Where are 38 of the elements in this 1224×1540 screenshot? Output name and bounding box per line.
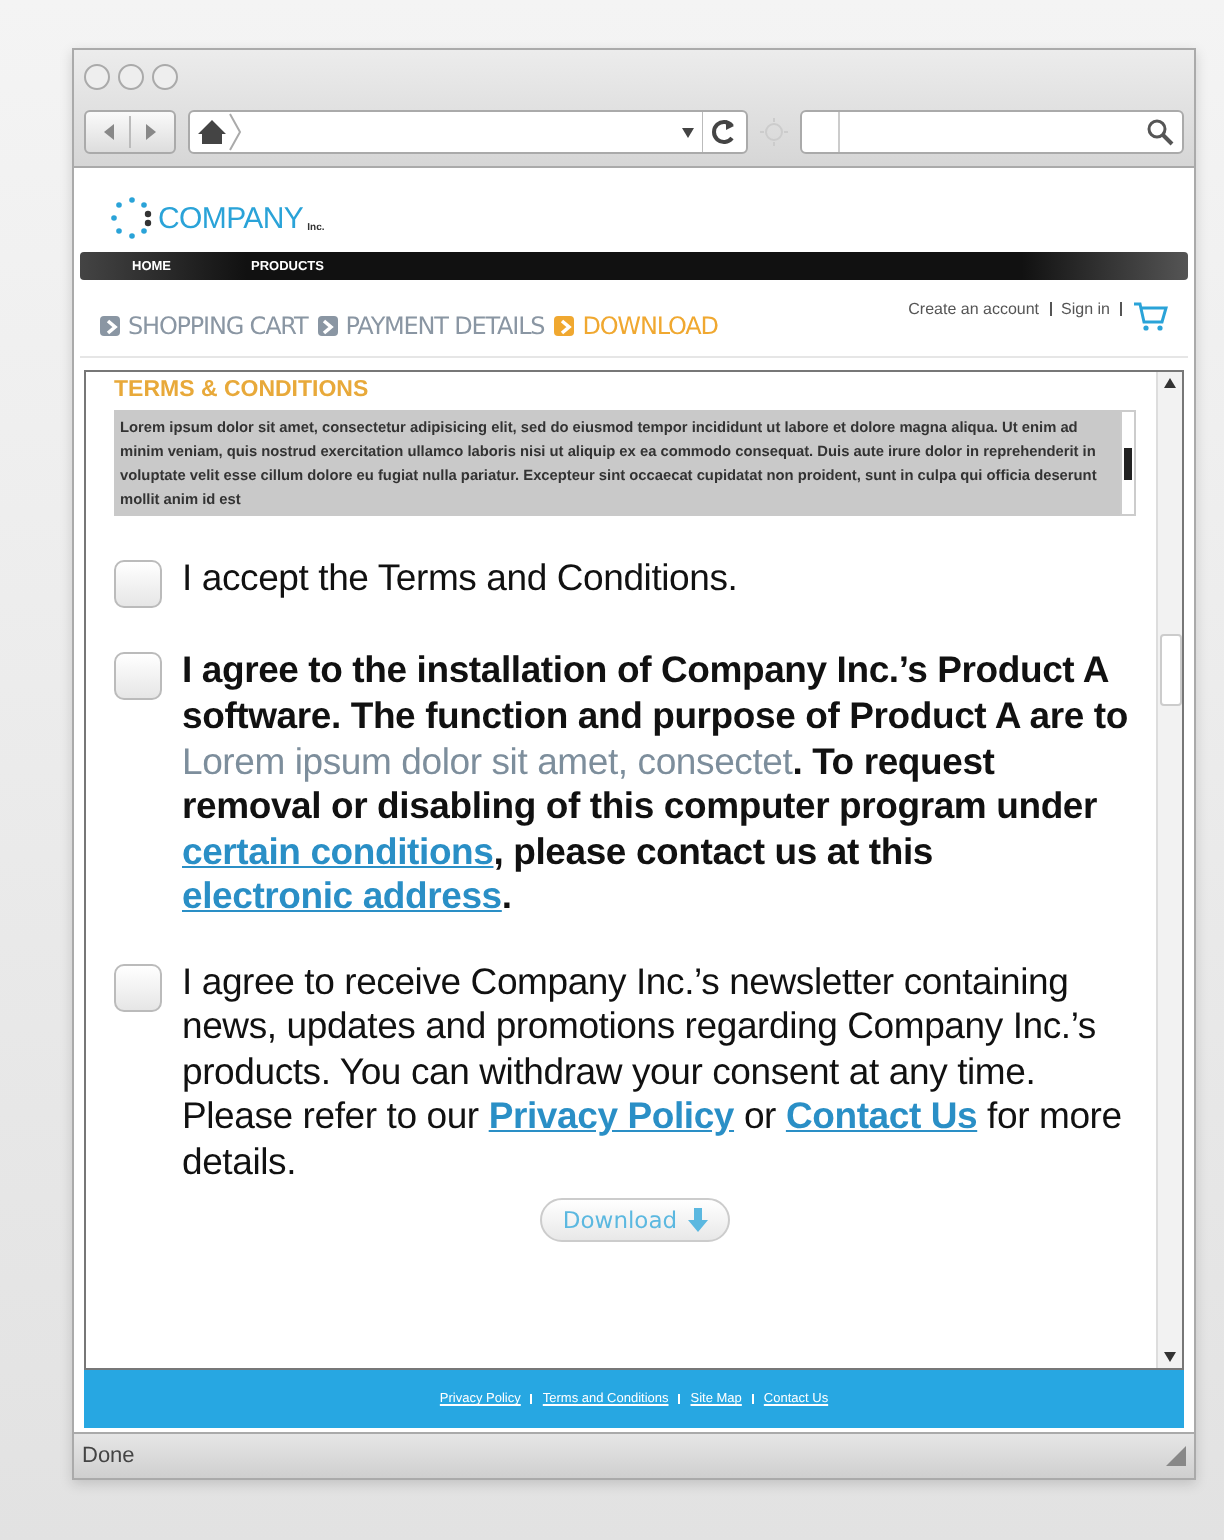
dropdown-icon[interactable] [680, 124, 696, 140]
arrow-down-icon [687, 1207, 708, 1232]
cart-icon[interactable] [1132, 300, 1168, 332]
download-button[interactable]: Download [540, 1197, 730, 1242]
agreement-text: I accept the Terms and Conditions. [182, 556, 738, 603]
checkbox[interactable] [114, 963, 162, 1012]
blurred-text: Lorem ipsum dolor sit amet, consectet [182, 739, 793, 781]
link[interactable]: Contact Us [785, 1094, 978, 1137]
scroll-up-icon[interactable] [1164, 378, 1176, 388]
logo-text: COMPANY [158, 201, 304, 235]
minimize-icon[interactable] [118, 64, 144, 90]
link[interactable]: certain conditions [182, 829, 494, 872]
scrollbar[interactable] [1120, 410, 1136, 517]
agreement-text: I agree to the installation of Company Inc.’s Product A software. The function and purpose of Product A are to Lorem ipsum dolor sit amet, consectet. To request removal or disabling of this computer program under certain conditions, please contact us at this electronic address. [182, 648, 1128, 920]
search-icon [1146, 118, 1174, 146]
scroll-down-icon[interactable] [1164, 1352, 1176, 1362]
scrollbar[interactable] [1156, 372, 1182, 1368]
search-field[interactable] [800, 110, 1184, 154]
resize-grip-icon[interactable] [1166, 1446, 1186, 1466]
link[interactable]: Privacy Policy [488, 1094, 735, 1137]
close-icon[interactable] [84, 64, 110, 90]
back-forward-buttons[interactable] [84, 110, 176, 154]
scroll-thumb[interactable] [1159, 634, 1181, 706]
link[interactable]: electronic address [182, 874, 502, 917]
checkbox[interactable] [114, 560, 162, 609]
step-label[interactable]: PAYMENT DETAILS [345, 312, 545, 340]
account-link[interactable]: Sign in [1061, 300, 1110, 318]
agreement-text: I agree to receive Company Inc.’s newsletter containing news, updates and promotions regarding Company Inc.’s products. You can withdraw your consent at any time. Please refer to our Privacy Policy or Contact Us for more details. [182, 959, 1124, 1186]
step-label[interactable]: DOWNLOAD [582, 312, 718, 340]
step-label[interactable]: SHOPPING CART [128, 312, 308, 340]
checkbox[interactable] [114, 652, 162, 701]
terms-title: TERMS & CONDITIONS [114, 378, 371, 402]
address-field[interactable] [188, 110, 748, 154]
scroll-thumb[interactable] [1124, 447, 1132, 480]
logo-icon [110, 196, 154, 240]
account-link[interactable]: Create an account [908, 300, 1040, 318]
maximize-icon[interactable] [152, 64, 178, 90]
status-text: Done [82, 1444, 135, 1468]
